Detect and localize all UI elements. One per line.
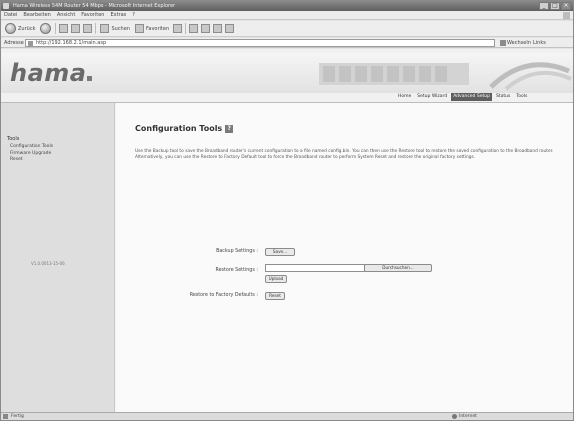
sidebar-section-tools[interactable]: Tools [7, 136, 19, 142]
main-content: Configuration Tools? Use the Backup tool… [116, 103, 573, 412]
menu-tools[interactable]: Extras [110, 11, 126, 19]
edit-button[interactable] [213, 24, 223, 33]
title-bar: Hama Wireless 54M Router 54 Mbps - Micro… [1, 1, 573, 11]
search-button[interactable]: Suchen [99, 23, 131, 35]
nav-home[interactable]: Home [396, 93, 413, 101]
backup-row: Backup Settings : Save... [116, 248, 573, 258]
windows-flag-icon [563, 12, 570, 19]
star-icon [134, 24, 144, 33]
favorites-label: Favoriten [145, 25, 170, 32]
router-header: hama Home Setup Wizard Advanced Setup St… [1, 49, 573, 103]
forward-button[interactable] [39, 23, 52, 35]
status-bar: Fertig Internet [1, 412, 573, 420]
help-icon[interactable]: ? [225, 125, 234, 133]
close-button[interactable]: × [561, 2, 571, 10]
nav-tools[interactable]: Tools [514, 93, 529, 101]
backup-label: Backup Settings : [216, 249, 258, 254]
menu-edit[interactable]: Bearbeiten [23, 11, 50, 19]
address-input[interactable]: http://192.168.2.1/main.asp [25, 39, 495, 47]
refresh-button[interactable] [71, 24, 81, 33]
address-label: Adresse [4, 40, 24, 46]
security-zone: Internet [459, 414, 477, 419]
window-controls: _ □ × [539, 2, 571, 10]
back-button[interactable]: Zurück [4, 23, 36, 35]
restore-file-input[interactable] [265, 264, 365, 272]
search-icon [100, 24, 110, 33]
top-nav: Home Setup Wizard Advanced Setup Status … [396, 93, 529, 101]
page-title: Configuration Tools? [135, 124, 234, 133]
search-label: Suchen [111, 25, 130, 32]
nav-setup-wizard[interactable]: Setup Wizard [415, 93, 449, 101]
ie-app-icon [3, 3, 9, 9]
links-button[interactable]: Links [533, 39, 546, 47]
restore-row: Restore Settings : Durchsuchen... Upload [116, 263, 573, 287]
page-done-icon [3, 414, 8, 419]
nav-advanced-setup[interactable]: Advanced Setup [451, 93, 492, 101]
address-url: http://192.168.2.1/main.asp [36, 40, 107, 46]
sidebar-item-reset[interactable]: Reset [10, 157, 53, 164]
toolbar-separator [95, 23, 97, 34]
upload-button[interactable]: Upload [265, 275, 287, 283]
page-description: Use the Backup tool to save the Broadban… [135, 149, 554, 160]
back-label: Zurück [18, 25, 36, 32]
messenger-button[interactable] [225, 24, 235, 33]
toolbar: Zurück Suchen Favoriten [1, 21, 573, 37]
toolbar-separator [185, 23, 187, 34]
internet-zone-icon [452, 414, 457, 419]
hama-logo: hama [10, 59, 93, 87]
window-title: Hama Wireless 54M Router 54 Mbps - Micro… [13, 3, 176, 9]
page-title-text: Configuration Tools [135, 124, 223, 133]
web-page: hama Home Setup Wizard Advanced Setup St… [1, 49, 573, 412]
favorites-button[interactable]: Favoriten [134, 23, 170, 35]
sidebar-item-configuration-tools[interactable]: Configuration Tools [10, 144, 53, 151]
page-icon [28, 41, 33, 46]
header-graphic-icon [319, 62, 572, 91]
reset-button[interactable]: Reset [265, 292, 285, 300]
sidebar: Tools Configuration Tools Firmware Upgra… [1, 103, 115, 412]
hama-logo-text: hama [10, 59, 87, 87]
history-button[interactable] [173, 24, 183, 33]
browse-button[interactable]: Durchsuchen... [364, 264, 432, 272]
home-button[interactable] [83, 24, 93, 33]
menu-file[interactable]: Datei [4, 11, 17, 19]
go-button[interactable]: Wechseln zu [499, 39, 531, 54]
factory-reset-label: Restore to Factory Defaults : [189, 293, 258, 298]
menu-favorites[interactable]: Favoriten [81, 11, 104, 19]
mail-button[interactable] [189, 24, 199, 33]
restore-label: Restore Settings : [215, 268, 258, 273]
toolbar-separator [55, 23, 57, 34]
factory-reset-row: Restore to Factory Defaults : Reset [116, 292, 573, 302]
save-button[interactable]: Save... [265, 248, 295, 256]
menu-help[interactable]: ? [132, 11, 135, 19]
nav-status[interactable]: Status [494, 93, 512, 101]
address-bar: Adresse http://192.168.2.1/main.asp Wech… [1, 38, 573, 54]
logo-dot [87, 76, 93, 81]
forward-arrow-icon [40, 23, 52, 34]
status-text: Fertig [11, 414, 24, 419]
print-button[interactable] [201, 24, 211, 33]
browser-window: Hama Wireless 54M Router 54 Mbps - Micro… [0, 0, 574, 421]
sidebar-list: Configuration Tools Firmware Upgrade Res… [10, 144, 53, 164]
minimize-button[interactable]: _ [539, 2, 549, 10]
back-arrow-icon [5, 23, 16, 34]
maximize-button[interactable]: □ [550, 2, 560, 10]
firmware-version: V1.0.0013-15-06 [31, 261, 65, 266]
menu-bar: Datei Bearbeiten Ansicht Favoriten Extra… [1, 11, 573, 20]
menu-view[interactable]: Ansicht [57, 11, 75, 19]
go-arrow-icon [500, 40, 506, 46]
stop-button[interactable] [59, 24, 69, 33]
